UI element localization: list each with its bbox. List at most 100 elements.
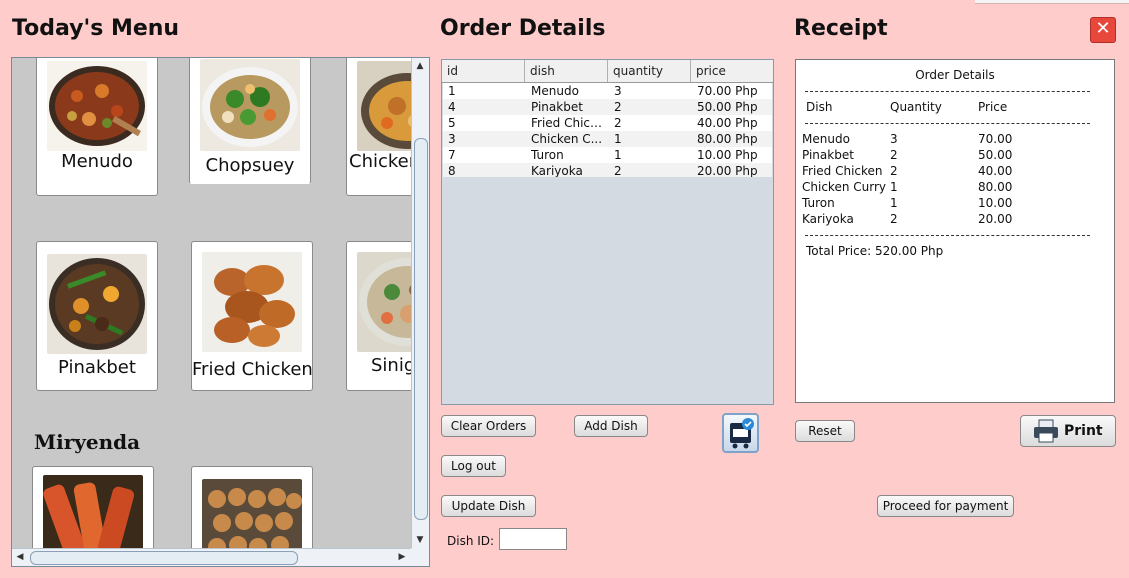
receipt-cell-price: 80.00 bbox=[978, 180, 1013, 194]
receipt-cell-dish: Fried Chicken bbox=[802, 164, 883, 178]
table-cell-id: 3 bbox=[448, 132, 456, 146]
receipt-cell-price: 40.00 bbox=[978, 164, 1013, 178]
column-header-id[interactable]: id bbox=[442, 60, 525, 82]
table-cell-price: 70.00 Php bbox=[697, 84, 758, 98]
dish-name: Chicken bbox=[349, 151, 411, 172]
clear-orders-button[interactable]: Clear Orders bbox=[441, 415, 536, 437]
vertical-scroll-thumb[interactable] bbox=[414, 138, 428, 520]
table-cell-dish: Fried Chick... bbox=[531, 116, 607, 130]
menu-viewport: Menudo Chopsuey Chicken bbox=[12, 58, 411, 548]
menu-heading: Today's Menu bbox=[12, 16, 180, 41]
table-row[interactable]: 4 Pinakbet 2 50.00 Php bbox=[443, 99, 772, 115]
dish-card-pinakbet[interactable]: Pinakbet bbox=[36, 241, 158, 391]
receipt-cell-price: 70.00 bbox=[978, 132, 1013, 146]
receipt-cell-price: 50.00 bbox=[978, 148, 1013, 162]
dish-card-chicken-curry[interactable]: Chicken bbox=[346, 58, 411, 196]
receipt-cell-quantity: 1 bbox=[890, 196, 898, 210]
receipt-header-dish: Dish bbox=[806, 100, 833, 114]
table-cell-quantity: 2 bbox=[614, 100, 622, 114]
receipt-cell-dish: Chicken Curry bbox=[802, 180, 886, 194]
receipt-divider bbox=[805, 123, 1090, 124]
scroll-up-arrow-icon[interactable]: ▲ bbox=[412, 58, 428, 74]
order-table[interactable]: id dish quantity price 1 Menudo 3 70.00 Php… bbox=[441, 59, 774, 405]
cart-icon bbox=[730, 418, 754, 449]
dish-card-chopsuey[interactable]: Chopsuey bbox=[189, 58, 311, 184]
column-header-price[interactable]: price bbox=[691, 60, 773, 82]
table-cell-price: 50.00 Php bbox=[697, 100, 758, 114]
dish-card-menudo[interactable]: Menudo bbox=[36, 58, 158, 196]
add-dish-button[interactable]: Add Dish bbox=[574, 415, 648, 437]
print-button-label: Print bbox=[1064, 423, 1103, 439]
receipt-cell-quantity: 1 bbox=[890, 180, 898, 194]
order-heading: Order Details bbox=[440, 16, 606, 41]
table-cell-id: 1 bbox=[448, 84, 456, 98]
kwek-kwek-photo bbox=[202, 479, 302, 548]
horizontal-scroll-thumb[interactable] bbox=[30, 551, 298, 565]
table-row[interactable]: 5 Fried Chick... 2 40.00 Php bbox=[443, 115, 772, 131]
snack-card-turon[interactable] bbox=[32, 466, 154, 548]
table-cell-price: 20.00 Php bbox=[697, 164, 758, 177]
printer-icon bbox=[1034, 419, 1058, 443]
column-header-dish[interactable]: dish bbox=[525, 60, 608, 82]
dish-card-sinigang[interactable]: Sinig bbox=[346, 241, 411, 391]
window-top-strip bbox=[975, 0, 1129, 4]
chopsuey-photo bbox=[200, 59, 300, 151]
scrollbar-corner bbox=[411, 548, 429, 566]
receipt-header-price: Price bbox=[978, 100, 1008, 114]
receipt-cell-quantity: 2 bbox=[890, 212, 898, 226]
table-cell-dish: Chicken C... bbox=[531, 132, 603, 146]
column-header-quantity[interactable]: quantity bbox=[608, 60, 691, 82]
table-cell-quantity: 2 bbox=[614, 116, 622, 130]
menu-horizontal-scrollbar[interactable]: ◀ ▶ bbox=[12, 548, 411, 566]
table-cell-quantity: 1 bbox=[614, 148, 622, 162]
scroll-left-arrow-icon[interactable]: ◀ bbox=[12, 549, 28, 565]
table-cell-quantity: 2 bbox=[614, 164, 622, 177]
dish-name: Chopsuey bbox=[205, 155, 295, 176]
order-table-header: id dish quantity price bbox=[442, 60, 773, 83]
table-cell-dish: Turon bbox=[531, 148, 564, 162]
receipt-cell-dish: Turon bbox=[802, 196, 835, 210]
pinakbet-photo bbox=[47, 254, 147, 354]
table-cell-id: 7 bbox=[448, 148, 456, 162]
reset-button[interactable]: Reset bbox=[795, 420, 855, 442]
log-out-button[interactable]: Log out bbox=[441, 455, 506, 477]
receipt-cell-quantity: 2 bbox=[890, 164, 898, 178]
close-button[interactable]: ✕ bbox=[1090, 17, 1116, 43]
receipt-divider bbox=[805, 91, 1090, 92]
snack-card-kwek-kwek[interactable] bbox=[191, 466, 313, 548]
sinigang-photo bbox=[357, 252, 411, 352]
cart-button[interactable] bbox=[722, 413, 759, 453]
table-row[interactable]: 8 Kariyoka 2 20.00 Php bbox=[443, 163, 772, 177]
dish-id-label: Dish ID: bbox=[447, 534, 495, 548]
print-button[interactable]: Print bbox=[1020, 415, 1116, 447]
fried-chicken-photo bbox=[202, 252, 302, 352]
chicken-curry-photo bbox=[357, 61, 411, 151]
table-cell-id: 8 bbox=[448, 164, 456, 177]
table-row[interactable]: 1 Menudo 3 70.00 Php bbox=[443, 83, 772, 99]
table-row[interactable]: 3 Chicken C... 1 80.00 Php bbox=[443, 131, 772, 147]
table-cell-quantity: 3 bbox=[614, 84, 622, 98]
proceed-payment-button[interactable]: Proceed for payment bbox=[877, 495, 1014, 517]
dish-name: Pinakbet bbox=[58, 357, 136, 378]
scroll-down-arrow-icon[interactable]: ▼ bbox=[412, 532, 428, 548]
receipt-title: Order Details bbox=[915, 68, 995, 82]
dish-card-fried-chicken[interactable]: Fried Chicken bbox=[191, 241, 313, 391]
receipt-panel: Order Details Dish Quantity Price Menudo… bbox=[795, 59, 1115, 403]
receipt-cell-dish: Kariyoka bbox=[802, 212, 854, 226]
dish-id-input[interactable] bbox=[499, 528, 567, 550]
update-dish-button[interactable]: Update Dish bbox=[441, 495, 536, 517]
table-cell-quantity: 1 bbox=[614, 132, 622, 146]
receipt-cell-quantity: 2 bbox=[890, 148, 898, 162]
scroll-right-arrow-icon[interactable]: ▶ bbox=[394, 549, 410, 565]
table-cell-dish: Pinakbet bbox=[531, 100, 583, 114]
order-table-body[interactable]: 1 Menudo 3 70.00 Php 4 Pinakbet 2 50.00 Php 5 Fri… bbox=[443, 83, 772, 177]
menu-vertical-scrollbar[interactable]: ▲ ▼ bbox=[411, 58, 429, 548]
dish-name: Sinig bbox=[371, 355, 411, 376]
table-row[interactable]: 7 Turon 1 10.00 Php bbox=[443, 147, 772, 163]
dish-name: Fried Chicken bbox=[192, 359, 313, 380]
receipt-heading: Receipt bbox=[794, 16, 888, 41]
menu-scroll-pane[interactable]: Menudo Chopsuey Chicken bbox=[11, 57, 430, 567]
section-title-miryenda: Miryenda bbox=[34, 430, 141, 454]
receipt-total: Total Price: 520.00 Php bbox=[806, 244, 944, 258]
table-cell-dish: Kariyoka bbox=[531, 164, 583, 177]
